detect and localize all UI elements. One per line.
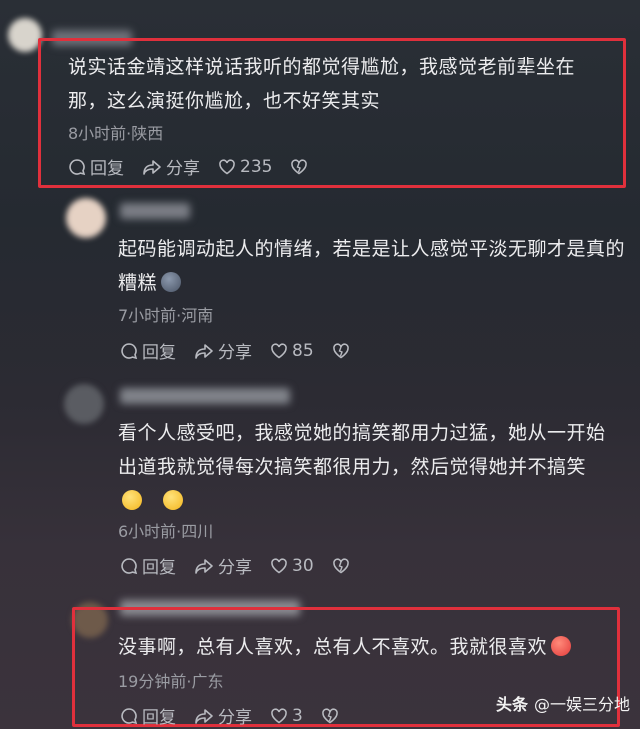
share-button[interactable]: 分享	[194, 553, 252, 578]
reply-button[interactable]: 回复	[120, 553, 176, 578]
reply-icon	[121, 557, 138, 574]
dislike-icon	[322, 707, 338, 723]
username-blurred[interactable]	[120, 203, 190, 219]
comment-actions: 回复 分享 30	[120, 553, 372, 578]
avatar[interactable]	[8, 18, 42, 52]
share-button[interactable]: 分享	[194, 703, 252, 728]
emoji-icon	[162, 490, 183, 510]
comment-text: 没事啊，总有人喜欢，总有人不喜欢。我就很喜欢	[118, 630, 618, 664]
share-icon	[195, 558, 213, 574]
like-button[interactable]: 235	[218, 157, 272, 177]
like-button[interactable]: 30	[270, 556, 314, 576]
dislike-button[interactable]	[321, 707, 343, 725]
dislike-button[interactable]	[332, 557, 354, 575]
like-icon	[271, 557, 287, 573]
avatar[interactable]	[64, 384, 104, 424]
comment-actions: 回复 分享 85	[120, 338, 372, 363]
share-icon	[195, 708, 213, 724]
watermark: 头条 @一娱三分地	[495, 695, 630, 714]
like-icon	[271, 342, 287, 358]
reply-icon	[121, 342, 138, 359]
emoji-icon	[161, 272, 182, 292]
dislike-button[interactable]	[290, 158, 312, 176]
comment-text: 看个人感受吧，我感觉她的搞笑都用力过猛，她从一开始 出道我就觉得每次搞笑都很用力…	[118, 416, 633, 518]
comment-text: 说实话金靖这样说话我听的都觉得尴尬，我感觉老前辈坐在 那，这么演挺你尴尬，也不好…	[68, 56, 576, 112]
emoji-icon	[122, 490, 142, 510]
reply-button[interactable]: 回复	[120, 703, 176, 728]
comment-meta: 6小时前·四川	[118, 522, 214, 541]
share-button[interactable]: 分享	[194, 338, 252, 363]
comment-actions: 回复 分享 3	[120, 703, 361, 728]
reply-button[interactable]: 回复	[120, 338, 176, 363]
avatar[interactable]	[66, 198, 106, 238]
share-icon	[143, 159, 161, 175]
comment-meta: 7小时前·河南	[118, 306, 214, 325]
dislike-icon	[291, 158, 308, 174]
comment-meta: 19分钟前·广东	[118, 672, 224, 691]
comment-actions: 回复 分享 235	[68, 154, 330, 179]
like-icon	[271, 707, 287, 723]
emoji-icon	[551, 636, 572, 656]
comment-text: 起码能调动起人的情绪，若是是让人感觉平淡无聊才是真的 糟糕	[118, 238, 626, 294]
share-icon	[195, 343, 213, 359]
like-icon	[219, 158, 235, 174]
like-button[interactable]: 85	[270, 341, 314, 361]
dislike-icon	[332, 342, 349, 358]
like-button[interactable]: 3	[270, 706, 303, 726]
dislike-icon	[332, 557, 349, 573]
username-blurred[interactable]	[120, 388, 290, 404]
dislike-button[interactable]	[332, 342, 354, 360]
reply-button[interactable]: 回复	[68, 154, 124, 179]
reply-icon	[121, 707, 138, 724]
share-button[interactable]: 分享	[142, 154, 200, 179]
comment-meta: 8小时前·陕西	[68, 124, 164, 143]
reply-icon	[69, 158, 86, 175]
